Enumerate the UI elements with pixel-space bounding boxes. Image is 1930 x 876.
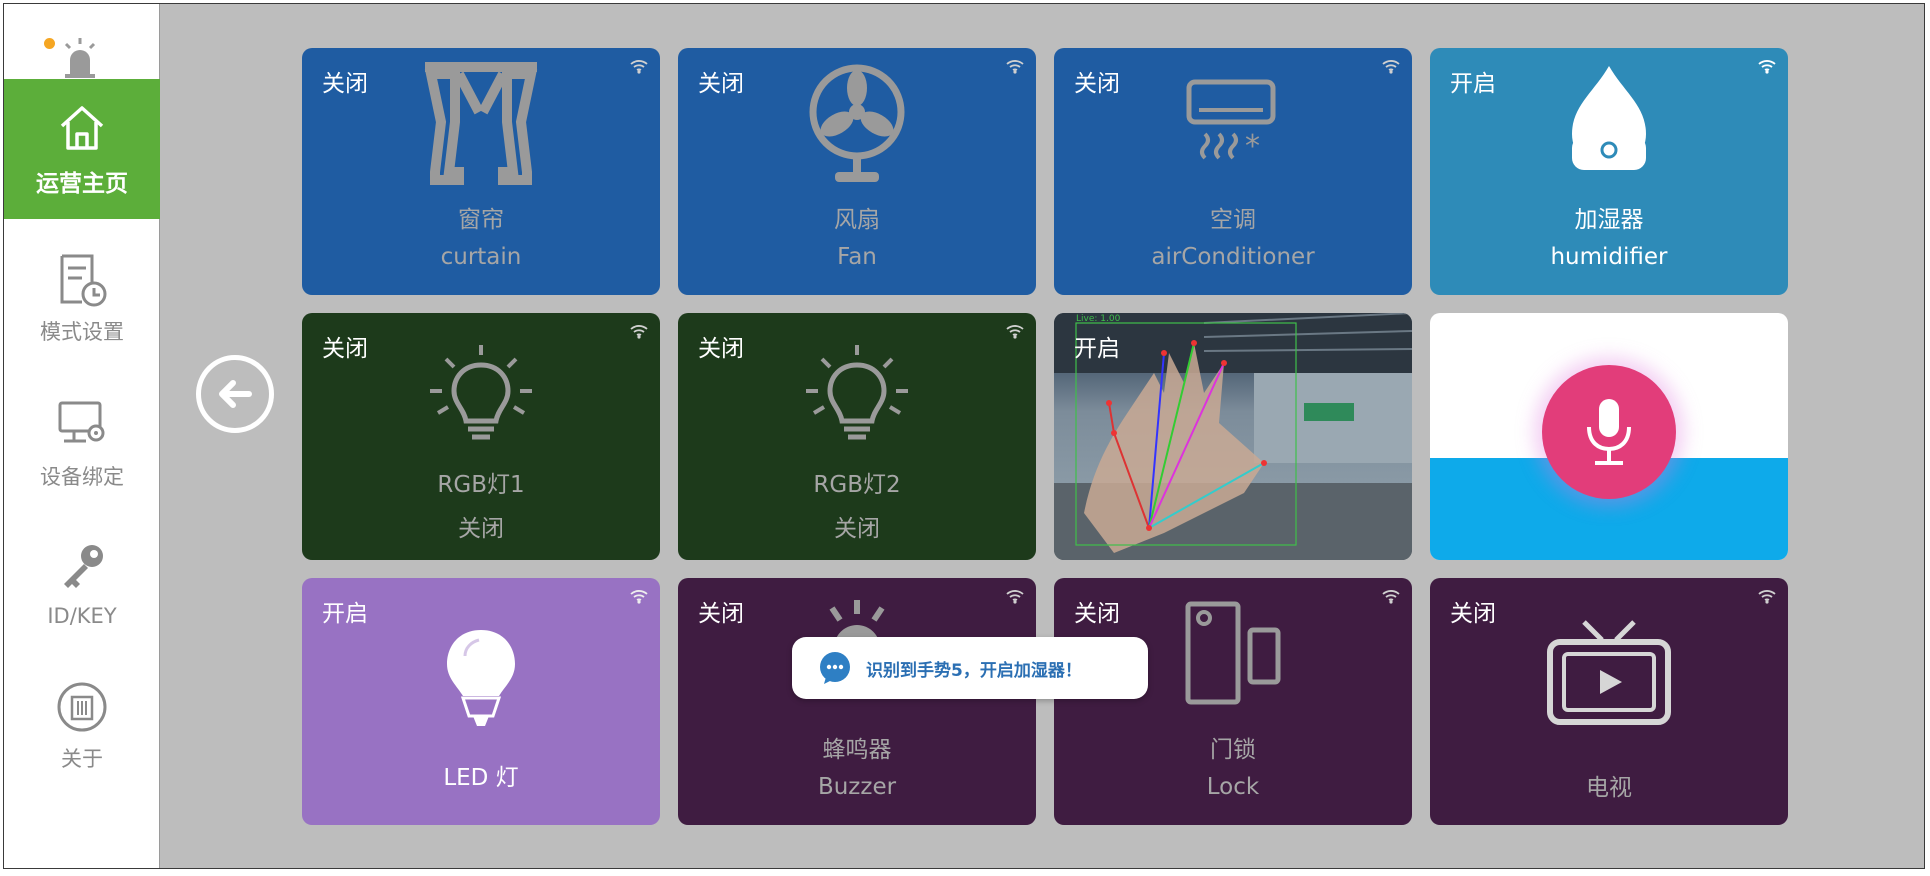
bulb-icon bbox=[430, 345, 532, 440]
sidebar-item-mode-settings[interactable]: 模式设置 bbox=[4, 229, 160, 369]
alarm-indicator[interactable] bbox=[32, 30, 112, 80]
toast-message: 识别到手势5，开启加湿器！ bbox=[866, 660, 1082, 681]
tile-state: 开启 bbox=[1450, 71, 1496, 97]
sidebar-item-label: ID/KEY bbox=[47, 604, 117, 628]
device-name-cn: 窗帘 bbox=[458, 207, 504, 233]
tile-state: 开启 bbox=[1074, 336, 1120, 362]
microphone-icon bbox=[1587, 399, 1631, 465]
wifi-icon bbox=[630, 590, 648, 604]
tile-humidifier[interactable]: 开启 加湿器 humidifier bbox=[1430, 48, 1788, 295]
tile-state: 关闭 bbox=[1074, 71, 1120, 97]
tile-state: 关闭 bbox=[698, 71, 744, 97]
wifi-icon bbox=[1758, 590, 1776, 604]
sidebar: 运营主页 模式设置 设备绑定 ID/KEY 关于 bbox=[4, 4, 160, 868]
wifi-icon bbox=[1006, 60, 1024, 74]
tile-state: 关闭 bbox=[698, 601, 744, 627]
device-name-cn: 电视 bbox=[1586, 775, 1632, 801]
tile-air-conditioner[interactable]: 关闭 * 空调 airConditioner bbox=[1054, 48, 1412, 295]
tile-state: 关闭 bbox=[322, 71, 368, 97]
camera-overlay-label: Live: 1.00 bbox=[1076, 314, 1121, 324]
info-building-icon bbox=[54, 679, 110, 735]
device-name-cn: RGB灯1 bbox=[437, 472, 525, 498]
device-name-cn: 风扇 bbox=[834, 207, 880, 233]
tile-state: 关闭 bbox=[322, 336, 368, 362]
tile-rgb-light-1[interactable]: 关闭 RGB灯1 关闭 bbox=[302, 313, 660, 560]
wifi-icon bbox=[1006, 590, 1024, 604]
device-name-cn: 加湿器 bbox=[1574, 207, 1644, 233]
device-name-en: humidifier bbox=[1550, 244, 1668, 270]
wifi-icon bbox=[1382, 590, 1400, 604]
key-icon bbox=[54, 540, 110, 596]
device-name-en: airConditioner bbox=[1151, 244, 1315, 270]
tile-tv[interactable]: 关闭 电视 bbox=[1430, 578, 1788, 825]
device-status: 关闭 bbox=[834, 516, 880, 542]
air-conditioner-icon: * bbox=[1186, 79, 1276, 164]
device-name-en: Fan bbox=[837, 244, 877, 270]
bulb-icon bbox=[806, 345, 908, 440]
chat-bubble-icon bbox=[820, 652, 850, 684]
fan-icon bbox=[809, 64, 905, 182]
tile-door-lock[interactable]: 关闭 门锁 Lock bbox=[1054, 578, 1412, 825]
device-name-cn: 空调 bbox=[1210, 207, 1256, 233]
sidebar-item-id-key[interactable]: ID/KEY bbox=[4, 514, 160, 654]
device-name-cn: RGB灯2 bbox=[813, 472, 901, 498]
sidebar-item-about[interactable]: 关于 bbox=[4, 656, 160, 796]
wifi-icon bbox=[630, 325, 648, 339]
device-name-en: Lock bbox=[1206, 774, 1260, 800]
back-button[interactable] bbox=[196, 355, 274, 433]
tile-led-light[interactable]: 开启 LED 灯 bbox=[302, 578, 660, 825]
wifi-icon bbox=[1006, 325, 1024, 339]
sidebar-item-label: 模式设置 bbox=[40, 320, 124, 344]
tile-state: 开启 bbox=[322, 601, 368, 627]
arrow-left-icon bbox=[219, 380, 252, 408]
tv-icon bbox=[1547, 620, 1671, 725]
tile-camera-feed[interactable]: Live: 1.00 开启 bbox=[1054, 313, 1412, 560]
tile-state: 关闭 bbox=[1074, 601, 1120, 627]
led-bulb-icon bbox=[447, 630, 515, 726]
app-window: 运营主页 模式设置 设备绑定 ID/KEY 关于 关闭 窗帘 curtain 关… bbox=[3, 3, 1925, 869]
sidebar-item-label: 运营主页 bbox=[36, 171, 128, 197]
tile-curtain[interactable]: 关闭 窗帘 curtain bbox=[302, 48, 660, 295]
tile-voice-input[interactable] bbox=[1430, 313, 1788, 560]
sidebar-item-home[interactable]: 运营主页 bbox=[4, 79, 160, 219]
tile-fan[interactable]: 关闭 风扇 Fan bbox=[678, 48, 1036, 295]
device-name-cn: LED 灯 bbox=[443, 765, 519, 791]
device-name-cn: 蜂鸣器 bbox=[822, 737, 892, 763]
alarm-light-icon bbox=[64, 38, 96, 78]
humidifier-icon bbox=[1572, 66, 1646, 170]
device-name-cn: 门锁 bbox=[1210, 737, 1256, 763]
door-lock-icon bbox=[1185, 601, 1281, 705]
home-icon bbox=[54, 100, 110, 156]
wifi-icon bbox=[630, 60, 648, 74]
wifi-icon bbox=[1758, 60, 1776, 74]
sidebar-item-label: 关于 bbox=[61, 747, 103, 771]
wifi-icon bbox=[1382, 60, 1400, 74]
tile-state: 关闭 bbox=[698, 336, 744, 362]
tile-rgb-light-2[interactable]: 关闭 RGB灯2 关闭 bbox=[678, 313, 1036, 560]
sidebar-item-device-binding[interactable]: 设备绑定 bbox=[4, 374, 160, 514]
sidebar-item-label: 设备绑定 bbox=[40, 465, 124, 489]
device-status: 关闭 bbox=[458, 516, 504, 542]
curtain-icon bbox=[424, 62, 538, 185]
toast-notification: 识别到手势5，开启加湿器！ bbox=[792, 637, 1148, 699]
microphone-button[interactable] bbox=[1542, 365, 1676, 499]
tile-state: 关闭 bbox=[1450, 601, 1496, 627]
tile-buzzer[interactable]: 关闭 蜂鸣器 Buzzer bbox=[678, 578, 1036, 825]
device-name-en: Buzzer bbox=[817, 774, 897, 800]
monitor-gear-icon bbox=[54, 397, 110, 453]
document-clock-icon bbox=[54, 252, 110, 308]
device-name-en: curtain bbox=[440, 244, 522, 270]
svg-text:*: * bbox=[1245, 129, 1260, 164]
